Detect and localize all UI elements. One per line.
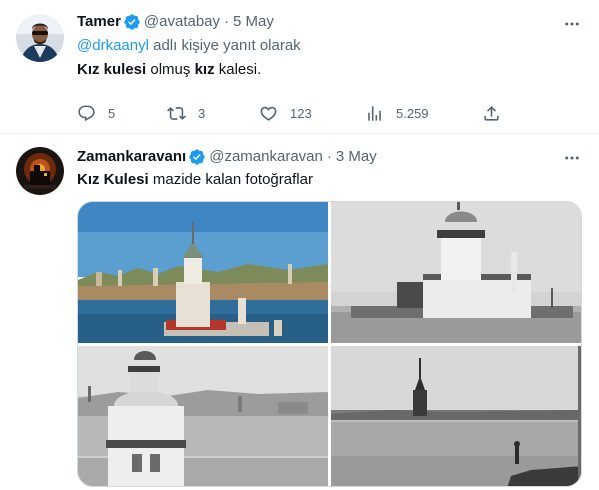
reply-mention-link[interactable]: @drkaanyl <box>77 37 149 54</box>
tweet-zamankaravani[interactable]: Zamankaravanı @zamankaravan · 3 May Kız … <box>0 134 599 490</box>
reply-context-label: adlı kişiye yanıt olarak <box>148 37 301 54</box>
tweet-tamer[interactable]: Tamer @avatabay · 5 May @drkaanyl adlı k… <box>0 0 599 134</box>
separator-dot: · <box>326 148 332 165</box>
reply-button[interactable]: 5 <box>77 102 115 124</box>
heart-icon <box>260 106 277 121</box>
photo-color-tower[interactable] <box>78 202 328 343</box>
avatar[interactable] <box>16 147 64 195</box>
share-button[interactable] <box>482 102 513 124</box>
photo-bw-tower-island[interactable] <box>331 202 581 343</box>
like-count: 123 <box>290 105 312 121</box>
tweet-date[interactable]: 5 May <box>233 12 274 32</box>
photo-bw-tower-closeup[interactable] <box>78 346 328 486</box>
more-icon[interactable] <box>563 149 581 167</box>
reply-context: @drkaanyl adlı kişiye yanıt olarak <box>77 36 301 56</box>
retweet-count: 3 <box>198 105 206 121</box>
author-handle[interactable]: @avatabay <box>144 12 220 32</box>
tweet-text: Kız Kulesi mazide kalan fotoğraflar <box>77 170 313 190</box>
author-name[interactable]: Tamer <box>77 12 121 32</box>
separator-dot: · <box>224 13 230 30</box>
tweet-text-plain-1: olmuş <box>146 61 195 78</box>
author-name[interactable]: Zamankaravanı <box>77 147 186 167</box>
avatar[interactable] <box>16 14 64 62</box>
views-icon <box>368 105 381 121</box>
views-button[interactable]: 5.259 <box>365 102 429 124</box>
photo-bw-tower-distant[interactable] <box>331 346 581 486</box>
author-handle[interactable]: @zamankaravan <box>209 147 323 167</box>
reply-count: 5 <box>108 105 116 121</box>
tweet-date[interactable]: 3 May <box>336 147 377 167</box>
retweet-icon <box>167 106 186 120</box>
share-icon <box>484 105 499 121</box>
media-grid <box>77 201 582 487</box>
tweet-text-bold-1: Kız kulesi <box>77 61 147 78</box>
tweet-text-plain-1: mazide kalan fotoğraflar <box>148 171 313 188</box>
views-count: 5.259 <box>396 105 429 121</box>
like-button[interactable]: 123 <box>259 102 312 124</box>
retweet-button[interactable]: 3 <box>167 102 205 124</box>
verified-badge-icon <box>188 148 206 166</box>
reply-icon <box>78 105 95 121</box>
verified-badge-icon <box>123 13 141 31</box>
tweet-text-bold-2: kız <box>194 61 215 78</box>
tweet-text-bold-1: Kız Kulesi <box>77 171 149 188</box>
tweet-text-plain-2: kalesi. <box>214 61 262 78</box>
more-icon[interactable] <box>563 15 581 33</box>
tweet-text: Kız kulesi olmuş kız kalesi. <box>77 60 261 80</box>
tweet-actions: 5 3 123 5.259 <box>77 102 507 124</box>
